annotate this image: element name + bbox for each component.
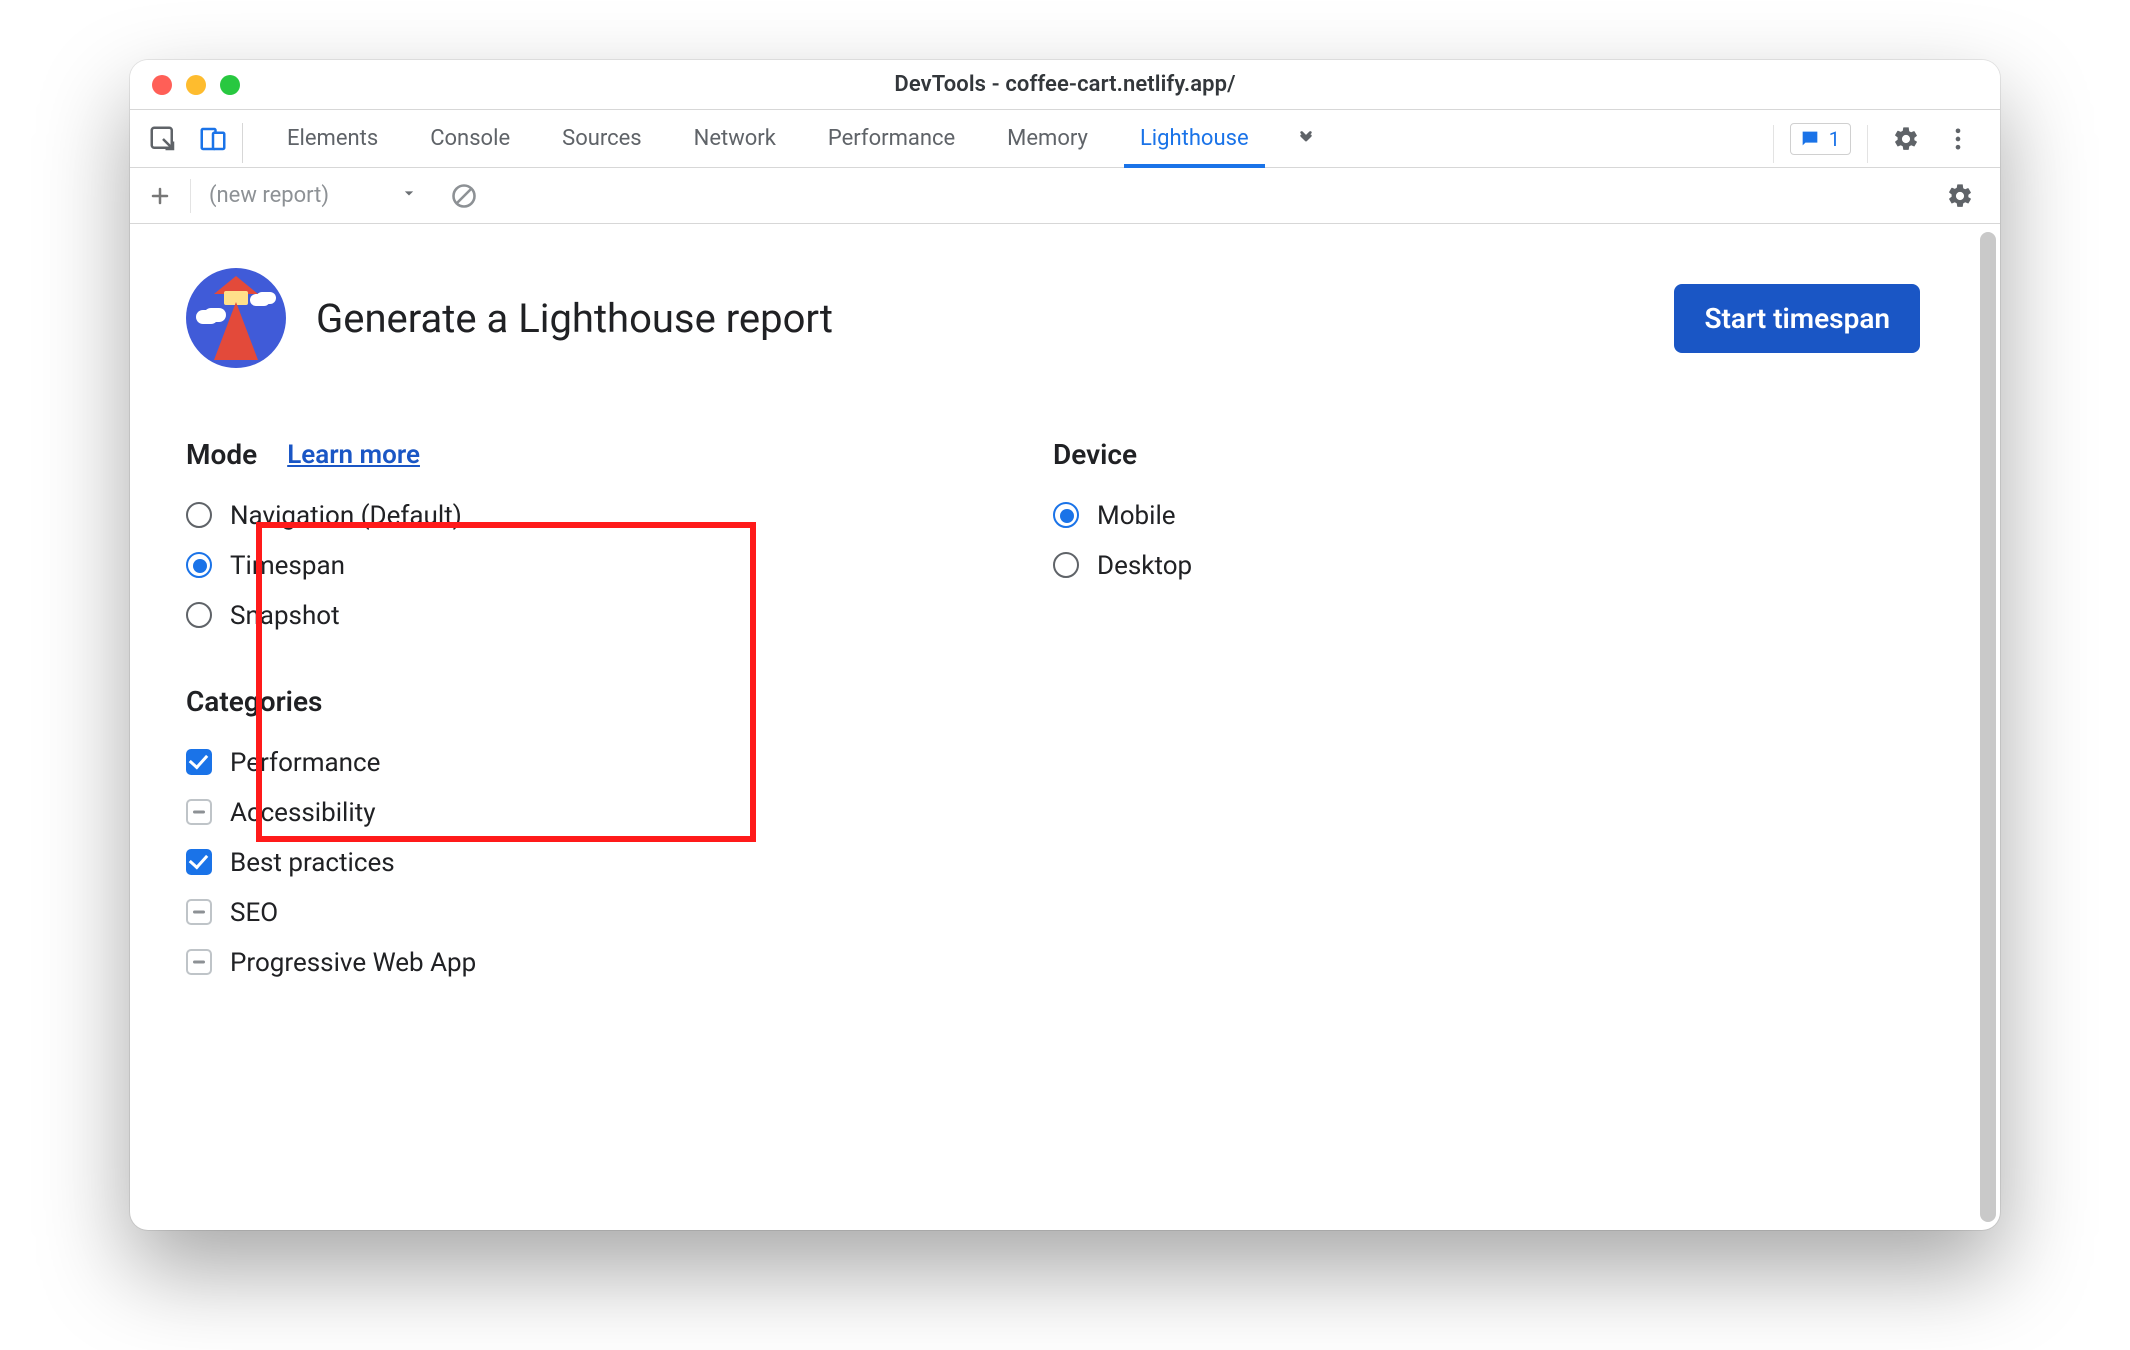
tab-network[interactable]: Network xyxy=(668,110,802,167)
page-title: Generate a Lighthouse report xyxy=(316,295,833,342)
chevron-down-icon xyxy=(399,183,419,209)
lighthouse-settings-gear-icon[interactable] xyxy=(1938,174,1982,218)
checkbox-checked-icon xyxy=(186,749,212,775)
device-header: Device xyxy=(1053,438,1137,471)
radio-checked-icon xyxy=(1053,502,1079,528)
close-window-icon[interactable] xyxy=(152,75,172,95)
device-toolbar-icon[interactable] xyxy=(188,110,238,168)
device-section: Device Mobile Desktop xyxy=(1053,438,1920,591)
clear-icon[interactable] xyxy=(445,177,483,215)
minimize-window-icon[interactable] xyxy=(186,75,206,95)
mode-option-timespan[interactable]: Timespan xyxy=(186,541,1053,591)
devtools-window: DevTools - coffee-cart.netlify.app/ xyxy=(130,60,2000,1230)
radio-icon xyxy=(186,502,212,528)
issues-chip[interactable]: 1 xyxy=(1790,123,1851,155)
tab-console[interactable]: Console xyxy=(404,110,536,167)
category-performance[interactable]: Performance xyxy=(186,738,1053,788)
panel-tabs: Elements Console Sources Network Perform… xyxy=(261,110,1275,167)
lighthouse-panel: Generate a Lighthouse report Start times… xyxy=(130,224,1976,1230)
lighthouse-logo-icon xyxy=(186,268,286,368)
categories-header: Categories xyxy=(186,685,322,718)
radio-icon xyxy=(1053,552,1079,578)
start-timespan-button[interactable]: Start timespan xyxy=(1674,284,1920,353)
category-seo[interactable]: SEO xyxy=(186,888,1053,938)
tab-lighthouse[interactable]: Lighthouse xyxy=(1114,110,1275,167)
lighthouse-toolbar: (new report) xyxy=(130,168,2000,224)
category-accessibility[interactable]: Accessibility xyxy=(186,788,1053,838)
mode-section: Mode Learn more Navigation (Default) Tim… xyxy=(186,438,1053,641)
more-tabs-icon[interactable] xyxy=(1275,110,1337,167)
category-best-practices[interactable]: Best practices xyxy=(186,838,1053,888)
zoom-window-icon[interactable] xyxy=(220,75,240,95)
new-report-icon[interactable] xyxy=(140,176,180,216)
checkbox-indeterminate-icon xyxy=(186,949,212,975)
mode-header: Mode xyxy=(186,438,257,471)
tab-sources[interactable]: Sources xyxy=(536,110,668,167)
tab-memory[interactable]: Memory xyxy=(981,110,1114,167)
radio-checked-icon xyxy=(186,552,212,578)
mode-option-snapshot[interactable]: Snapshot xyxy=(186,591,1053,641)
checkbox-checked-icon xyxy=(186,849,212,875)
settings-gear-icon[interactable] xyxy=(1884,117,1928,161)
inspect-element-icon[interactable] xyxy=(138,110,188,168)
report-dropdown-label: (new report) xyxy=(209,183,329,208)
report-dropdown[interactable]: (new report) xyxy=(201,179,429,213)
device-option-mobile[interactable]: Mobile xyxy=(1053,491,1920,541)
titlebar: DevTools - coffee-cart.netlify.app/ xyxy=(130,60,2000,110)
mode-option-navigation[interactable]: Navigation (Default) xyxy=(186,491,1053,541)
tab-performance[interactable]: Performance xyxy=(802,110,981,167)
device-option-desktop[interactable]: Desktop xyxy=(1053,541,1920,591)
devtools-tabstrip: Elements Console Sources Network Perform… xyxy=(130,110,2000,168)
tab-elements[interactable]: Elements xyxy=(261,110,404,167)
radio-icon xyxy=(186,602,212,628)
mode-learn-more-link[interactable]: Learn more xyxy=(287,440,420,470)
checkbox-indeterminate-icon xyxy=(186,899,212,925)
checkbox-indeterminate-icon xyxy=(186,799,212,825)
categories-section: Categories Performance Accessibility xyxy=(186,685,1053,988)
more-options-icon[interactable] xyxy=(1936,117,1980,161)
category-pwa[interactable]: Progressive Web App xyxy=(186,938,1053,988)
scrollbar-thumb[interactable] xyxy=(1980,232,1996,1222)
vertical-scrollbar[interactable] xyxy=(1976,224,2000,1230)
window-controls xyxy=(152,75,240,95)
window-title: DevTools - coffee-cart.netlify.app/ xyxy=(894,72,1235,97)
issues-count: 1 xyxy=(1829,127,1840,151)
